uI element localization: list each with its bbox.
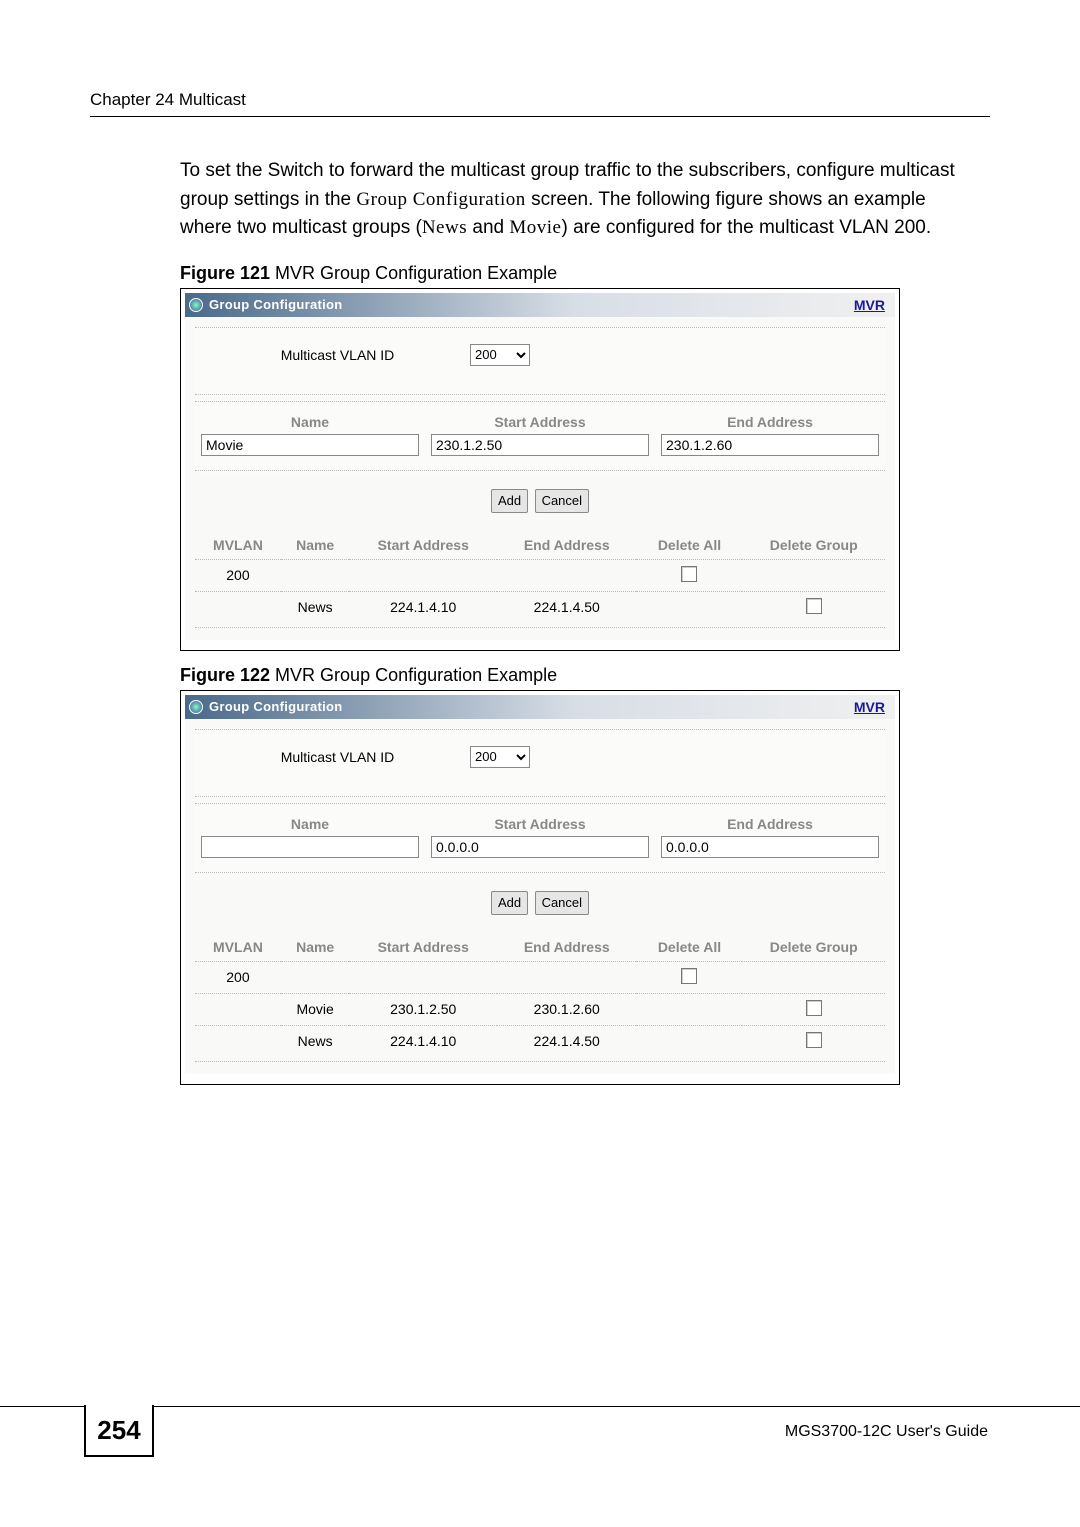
figure-122: Group Configuration MVR Multicast VLAN I… [180,690,900,1085]
start-address-input[interactable] [431,836,649,858]
mvr-link[interactable]: MVR [854,699,885,715]
mvid-select[interactable]: 200 [470,746,530,768]
figure-121-caption: Figure 121 MVR Group Configuration Examp… [180,263,990,284]
cell-end: 224.1.4.50 [497,591,636,623]
figure-122-num: Figure 122 [180,665,270,685]
add-button[interactable]: Add [491,891,528,915]
group-table: MVLAN Name Start Address End Address Del… [195,933,885,1057]
cell-end [497,961,636,993]
panel-title: Group Configuration [209,297,343,312]
panel-title-bar: Group Configuration MVR [185,293,895,317]
add-button[interactable]: Add [491,489,528,513]
cancel-button[interactable]: Cancel [535,489,589,513]
th-start: Start Address [349,531,497,560]
figure-121: Group Configuration MVR Multicast VLAN I… [180,288,900,651]
col-end-header: End Address [655,408,885,432]
end-address-input[interactable] [661,434,879,456]
cell-start: 224.1.4.10 [349,1025,497,1057]
cell-mvlan [195,993,281,1025]
th-end: End Address [497,531,636,560]
table-row: Movie 230.1.2.50 230.1.2.60 [195,993,885,1025]
col-name-header: Name [195,408,425,432]
th-name: Name [281,531,350,560]
cell-mvlan [195,1025,281,1057]
cell-mvlan: 200 [195,559,281,591]
panel-title-bar: Group Configuration MVR [185,695,895,719]
cell-mvlan [195,591,281,623]
delete-group-checkbox[interactable] [806,1000,822,1016]
cell-end: 230.1.2.60 [497,993,636,1025]
page-footer: 254 MGS3700-12C User's Guide [0,1406,1080,1457]
cell-start [349,961,497,993]
delete-group-checkbox[interactable] [806,598,822,614]
table-row: 200 [195,559,885,591]
cell-name: Movie [281,993,350,1025]
th-name: Name [281,933,350,962]
chapter-header: Chapter 24 Multicast [90,90,990,117]
th-mvlan: MVLAN [195,933,281,962]
cell-name: News [281,1025,350,1057]
figure-121-title: MVR Group Configuration Example [270,263,557,283]
table-row: 200 [195,961,885,993]
th-mvlan: MVLAN [195,531,281,560]
panel-title: Group Configuration [209,699,343,714]
cell-end: 224.1.4.50 [497,1025,636,1057]
col-end-header: End Address [655,810,885,834]
th-delgrp: Delete Group [742,531,885,560]
figure-122-caption: Figure 122 MVR Group Configuration Examp… [180,665,990,686]
cancel-button[interactable]: Cancel [535,891,589,915]
col-start-header: Start Address [425,810,655,834]
name-input[interactable] [201,434,419,456]
footer-guide: MGS3700-12C User's Guide [154,1419,1080,1441]
mvid-select[interactable]: 200 [470,344,530,366]
delete-all-checkbox[interactable] [681,566,697,582]
cell-end [497,559,636,591]
cell-name [281,961,350,993]
end-address-input[interactable] [661,836,879,858]
panel-orb-icon [189,298,203,312]
th-start: Start Address [349,933,497,962]
delete-group-checkbox[interactable] [806,1032,822,1048]
mvr-link[interactable]: MVR [854,297,885,313]
cell-start: 230.1.2.50 [349,993,497,1025]
body-paragraph: To set the Switch to forward the multica… [180,157,970,243]
panel-orb-icon [189,700,203,714]
col-name-header: Name [195,810,425,834]
figure-121-num: Figure 121 [180,263,270,283]
cell-name: News [281,591,350,623]
th-delall: Delete All [636,531,742,560]
cell-start [349,559,497,591]
cell-mvlan: 200 [195,961,281,993]
table-row: News 224.1.4.10 224.1.4.50 [195,1025,885,1057]
figure-122-title: MVR Group Configuration Example [270,665,557,685]
mvid-label: Multicast VLAN ID [205,749,470,765]
page-number: 254 [84,1405,154,1457]
mvid-label: Multicast VLAN ID [205,347,470,363]
group-table: MVLAN Name Start Address End Address Del… [195,531,885,623]
table-row: News 224.1.4.10 224.1.4.50 [195,591,885,623]
th-end: End Address [497,933,636,962]
delete-all-checkbox[interactable] [681,968,697,984]
th-delall: Delete All [636,933,742,962]
cell-start: 224.1.4.10 [349,591,497,623]
start-address-input[interactable] [431,434,649,456]
cell-name [281,559,350,591]
name-input[interactable] [201,836,419,858]
col-start-header: Start Address [425,408,655,432]
th-delgrp: Delete Group [742,933,885,962]
